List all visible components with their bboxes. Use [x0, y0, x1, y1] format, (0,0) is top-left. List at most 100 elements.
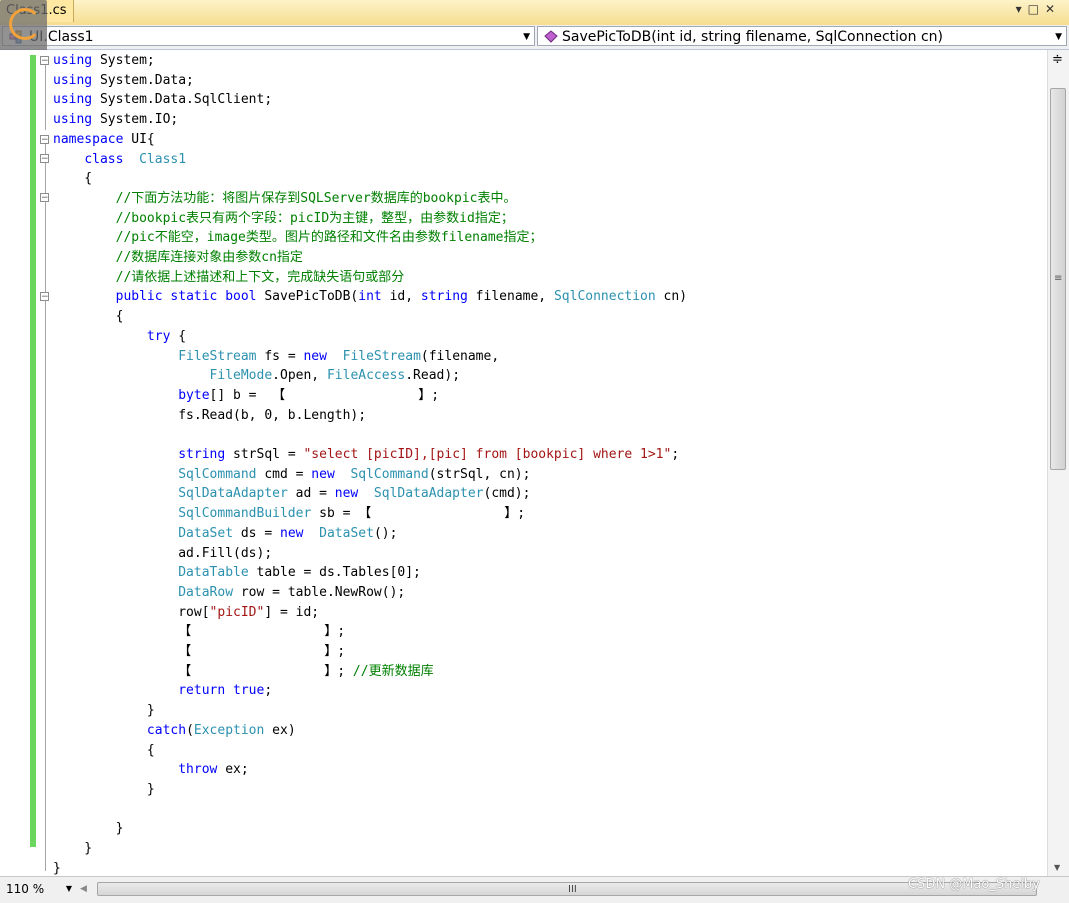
member-selector[interactable]: SavePicToDB(int id, string filename, Sql… — [537, 26, 1067, 46]
code-token: } — [53, 703, 155, 719]
code-line[interactable]: using System.IO; — [53, 110, 178, 130]
code-line[interactable]: fs.Read(b, 0, b.Length); — [53, 406, 366, 426]
code-line[interactable]: { — [53, 307, 124, 327]
class-selector[interactable]: UI.Class1 ▼ — [2, 26, 535, 46]
scroll-down-icon[interactable]: ▼ — [1054, 863, 1060, 872]
code-line[interactable]: catch(Exception ex) — [53, 721, 296, 741]
code-token-str: "picID" — [209, 604, 265, 620]
code-token: ex; — [217, 762, 249, 778]
code-token-kw: try — [146, 328, 171, 344]
code-line[interactable]: } — [53, 839, 92, 859]
scroll-left-icon[interactable]: ◀ — [80, 881, 87, 897]
vertical-scrollbar[interactable]: ≑ ≡ ▼ — [1047, 50, 1069, 876]
close-icon[interactable]: ✕ — [1045, 2, 1061, 16]
code-token-kw: throw — [178, 762, 218, 778]
collapse-icon[interactable]: − — [40, 135, 49, 145]
code-line[interactable]: } — [53, 859, 61, 876]
code-token: 【 】; — [53, 663, 346, 679]
code-line[interactable]: SqlCommand cmd = new SqlCommand(strSql, … — [53, 465, 530, 485]
code-token-ty: DataRow — [178, 584, 234, 600]
code-line[interactable]: string strSql = "select [picID],[pic] fr… — [53, 445, 679, 465]
code-line[interactable]: SqlCommandBuilder sb = 【 】; — [53, 504, 525, 524]
code-token-cm: //bookpic表只有两个字段：picID为主键，整型，由参数id指定； — [53, 210, 514, 226]
code-token-ty: SqlCommand — [342, 466, 429, 482]
code-token-ty: FileStream — [178, 348, 257, 364]
watermark: CSDN @Mao_Shelby — [908, 877, 1040, 892]
code-line[interactable]: DataRow row = table.NewRow(); — [53, 583, 405, 603]
chevron-down-icon[interactable]: ▼ — [1055, 27, 1062, 47]
code-token-kw: using — [53, 112, 93, 128]
code-token-kw: new — [303, 466, 335, 482]
code-line[interactable]: ad.Fill(ds); — [53, 544, 272, 564]
code-token-ty: DataTable — [178, 565, 249, 581]
code-line[interactable]: DataTable table = ds.Tables[0]; — [53, 563, 421, 583]
code-token-ty: SqlDataAdapter — [366, 486, 484, 502]
collapse-icon[interactable]: − — [40, 193, 49, 203]
code-line[interactable]: byte[] b = 【 】; — [53, 386, 439, 406]
code-editor[interactable]: − − − − − using System; using System.Data… — [0, 50, 1048, 876]
code-line[interactable]: SqlDataAdapter ad = new SqlDataAdapter(c… — [53, 484, 530, 504]
maximize-icon[interactable]: □ — [1028, 2, 1045, 16]
code-token-kw: using — [53, 92, 93, 108]
collapse-icon[interactable]: − — [40, 56, 49, 66]
collapse-icon[interactable]: − — [40, 154, 49, 164]
code-line[interactable]: using System; — [53, 51, 155, 71]
code-line[interactable]: return true; — [53, 681, 272, 701]
collapse-icon[interactable]: − — [40, 292, 49, 302]
code-token: System.Data.SqlClient; — [92, 92, 273, 108]
code-line[interactable]: //数据库连接对象由参数cn指定 — [53, 248, 303, 268]
code-line[interactable]: 【 】; — [53, 622, 345, 642]
code-line[interactable]: } — [53, 780, 155, 800]
code-line[interactable]: 【 】; — [53, 642, 345, 662]
scroll-thumb[interactable]: III — [97, 882, 1037, 896]
code-line[interactable]: //下面方法功能：将图片保存到SQLServer数据库的bookpic表中。 — [53, 189, 517, 209]
code-line[interactable]: { — [53, 741, 155, 761]
code-token-ty: FileStream — [334, 348, 421, 364]
code-token-cm: //pic不能空，image类型。图片的路径和文件名由参数filename指定； — [53, 230, 543, 246]
code-line[interactable]: DataSet ds = new DataSet(); — [53, 524, 397, 544]
code-line[interactable]: { — [53, 169, 92, 189]
code-line[interactable]: } — [53, 701, 155, 721]
code-line[interactable]: //请依据上述描述和上下文，完成缺失语句或部分 — [53, 268, 405, 288]
code-token: ; — [264, 683, 273, 699]
code-line[interactable]: FileMode.Open, FileAccess.Read); — [53, 366, 460, 386]
code-line[interactable]: throw ex; — [53, 760, 249, 780]
code-token-kw: new — [295, 348, 327, 364]
code-token: } — [53, 860, 61, 876]
split-icon[interactable]: ≑ — [1052, 53, 1063, 66]
chevron-down-icon[interactable]: ▼ — [523, 27, 530, 47]
code-token-kw: new — [326, 486, 359, 502]
code-token-ty: DataSet — [178, 525, 234, 541]
code-token-kw: return true — [178, 683, 265, 699]
code-token: ] = id; — [264, 604, 320, 620]
code-line[interactable]: FileStream fs = new FileStream(filename, — [53, 347, 499, 367]
code-token-cm: //请依据上述描述和上下文，完成缺失语句或部分 — [53, 269, 405, 285]
code-line[interactable]: //pic不能空，image类型。图片的路径和文件名由参数filename指定； — [53, 228, 543, 248]
code-token: } — [53, 781, 155, 797]
grip-icon: ≡ — [1054, 273, 1063, 284]
dropdown-icon[interactable]: ▾ — [1016, 2, 1028, 16]
code-token-ty: FileAccess — [319, 368, 406, 384]
code-line[interactable]: //bookpic表只有两个字段：picID为主键，整型，由参数id指定； — [53, 209, 514, 229]
code-token: row = table.NewRow(); — [233, 584, 406, 600]
zoom-selector[interactable]: 110 % ▼ — [2, 880, 75, 898]
code-token: fs = — [256, 348, 296, 364]
code-line[interactable]: using System.Data; — [53, 71, 194, 91]
code-line[interactable]: using System.Data.SqlClient; — [53, 90, 272, 110]
code-line[interactable]: namespace UI{ — [53, 130, 155, 150]
code-line[interactable]: 【 】; //更新数据库 — [53, 662, 433, 682]
code-line[interactable]: row["picID"] = id; — [53, 603, 319, 623]
code-line[interactable]: try { — [53, 327, 186, 347]
code-line[interactable]: } — [53, 819, 124, 839]
code-line[interactable]: public static bool SavePicToDB(int id, s… — [53, 287, 687, 307]
code-line[interactable]: class Class1 — [53, 150, 186, 170]
chevron-down-icon[interactable]: ▼ — [66, 880, 72, 898]
